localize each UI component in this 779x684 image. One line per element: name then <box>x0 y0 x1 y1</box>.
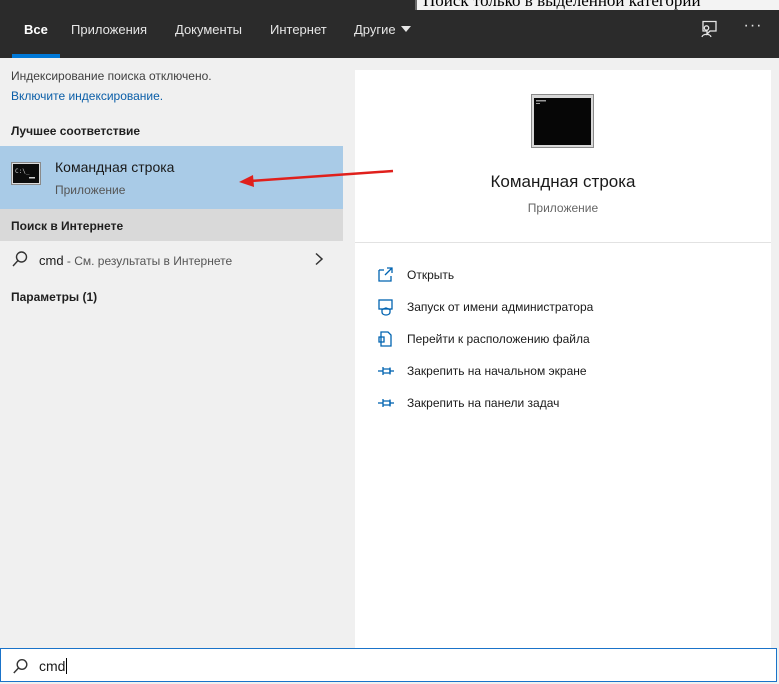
action-pin-to-taskbar-label: Закрепить на панели задач <box>407 396 560 410</box>
action-pin-to-start-label: Закрепить на начальном экране <box>407 364 587 378</box>
settings-header[interactable]: Параметры (1) <box>11 290 97 304</box>
preview-subtitle: Приложение <box>527 201 599 215</box>
tab-web[interactable]: Интернет <box>270 0 327 58</box>
run-as-admin-icon <box>377 298 395 316</box>
web-search-header-bar: Поиск в Интернете <box>0 209 343 241</box>
search-tabs-bar: Поиск только в выделенной категории Все … <box>0 0 779 58</box>
best-match-subtitle: Приложение <box>55 183 126 197</box>
search-input[interactable]: cmd <box>39 658 68 674</box>
tab-apps-label: Приложения <box>71 22 148 37</box>
web-search-query: cmd - См. результаты в Интернете <box>39 253 232 268</box>
chevron-right-icon <box>313 252 325 266</box>
tab-more-dropdown[interactable]: Другие <box>354 0 411 58</box>
tab-all-label: Все <box>24 22 48 37</box>
action-open-file-location-label: Перейти к расположению файла <box>407 332 590 346</box>
best-match-header: Лучшее соответствие <box>11 124 141 138</box>
tab-apps[interactable]: Приложения <box>71 0 147 58</box>
web-search-header: Поиск в Интернете <box>11 219 124 233</box>
web-query-text: cmd <box>39 253 64 268</box>
file-location-icon <box>377 330 395 348</box>
action-open-label: Открыть <box>407 268 455 282</box>
background-window-fragment: Поиск только в выделенной категории <box>415 0 779 10</box>
search-icon <box>12 658 29 675</box>
enable-indexing-link[interactable]: Включите индексирование. <box>11 89 163 103</box>
open-icon <box>377 266 395 284</box>
preview-title: Командная строка <box>490 172 636 191</box>
background-window-text: Поиск только в выделенной категории <box>423 0 701 10</box>
action-run-as-admin-label: Запуск от имени администратора <box>407 300 594 314</box>
tab-all[interactable]: Все <box>12 0 60 58</box>
pin-icon <box>377 362 395 380</box>
annotation-arrow <box>230 160 400 190</box>
chevron-down-icon <box>400 26 411 32</box>
results-panel: Индексирование поиска отключено. Включит… <box>0 58 343 648</box>
tab-documents-label: Документы <box>175 22 243 37</box>
tab-documents[interactable]: Документы <box>175 0 242 58</box>
tab-web-label: Интернет <box>270 22 327 37</box>
tab-more-label: Другие <box>354 22 396 37</box>
indexing-disabled-notice: Индексирование поиска отключено. <box>11 69 212 83</box>
background-window-border <box>415 0 417 10</box>
text-caret <box>66 658 68 674</box>
best-match-title: Командная строка <box>55 159 175 175</box>
search-box[interactable]: cmd <box>0 648 777 682</box>
search-input-value: cmd <box>39 658 66 674</box>
feedback-icon[interactable] <box>699 19 719 39</box>
web-query-hint: - См. результаты в Интернете <box>63 254 233 268</box>
web-search-result[interactable]: cmd - См. результаты в Интернете <box>0 244 343 276</box>
preview-panel: Командная строка Приложение Открыть Запу… <box>355 70 771 648</box>
more-options-icon[interactable]: ··· <box>742 15 764 37</box>
command-prompt-large-icon <box>531 94 594 148</box>
search-icon <box>11 250 29 268</box>
command-prompt-icon: C:\_ <box>11 162 41 185</box>
svg-text:C:\_: C:\_ <box>15 168 30 175</box>
pin-icon <box>377 394 395 412</box>
preview-divider <box>355 242 771 243</box>
